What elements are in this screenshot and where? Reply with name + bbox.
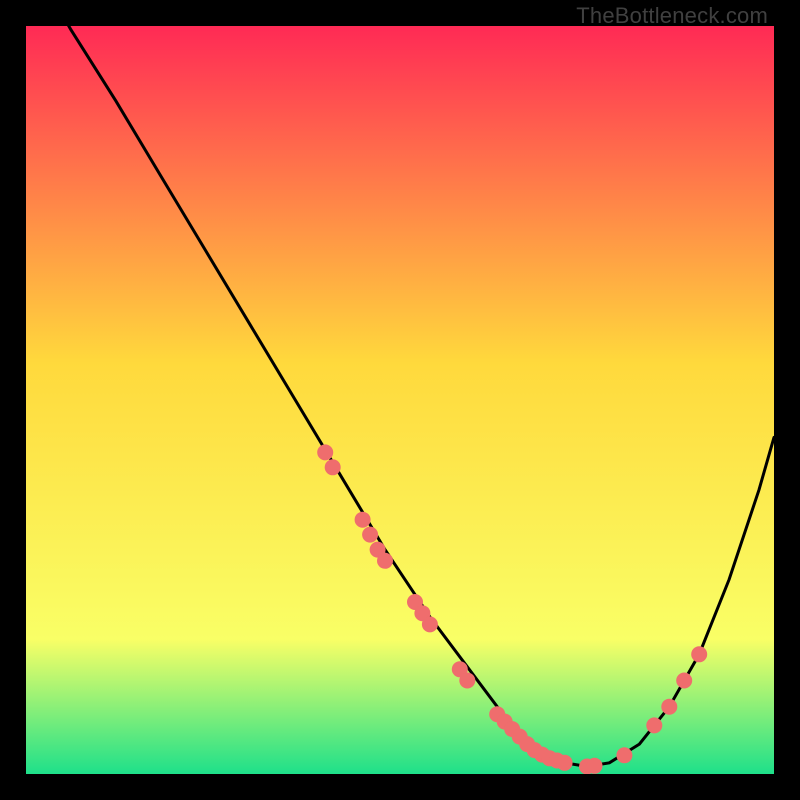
marker-point [676, 673, 692, 689]
marker-point [616, 747, 632, 763]
marker-point [587, 758, 603, 774]
marker-point [325, 459, 341, 475]
chart-frame [26, 26, 774, 774]
bottleneck-chart [26, 26, 774, 774]
marker-point [422, 616, 438, 632]
marker-point [557, 755, 573, 771]
marker-point [691, 646, 707, 662]
marker-point [355, 512, 371, 528]
marker-point [317, 444, 333, 460]
marker-point [646, 717, 662, 733]
marker-point [459, 673, 475, 689]
marker-point [362, 527, 378, 543]
marker-point [377, 553, 393, 569]
marker-point [661, 699, 677, 715]
